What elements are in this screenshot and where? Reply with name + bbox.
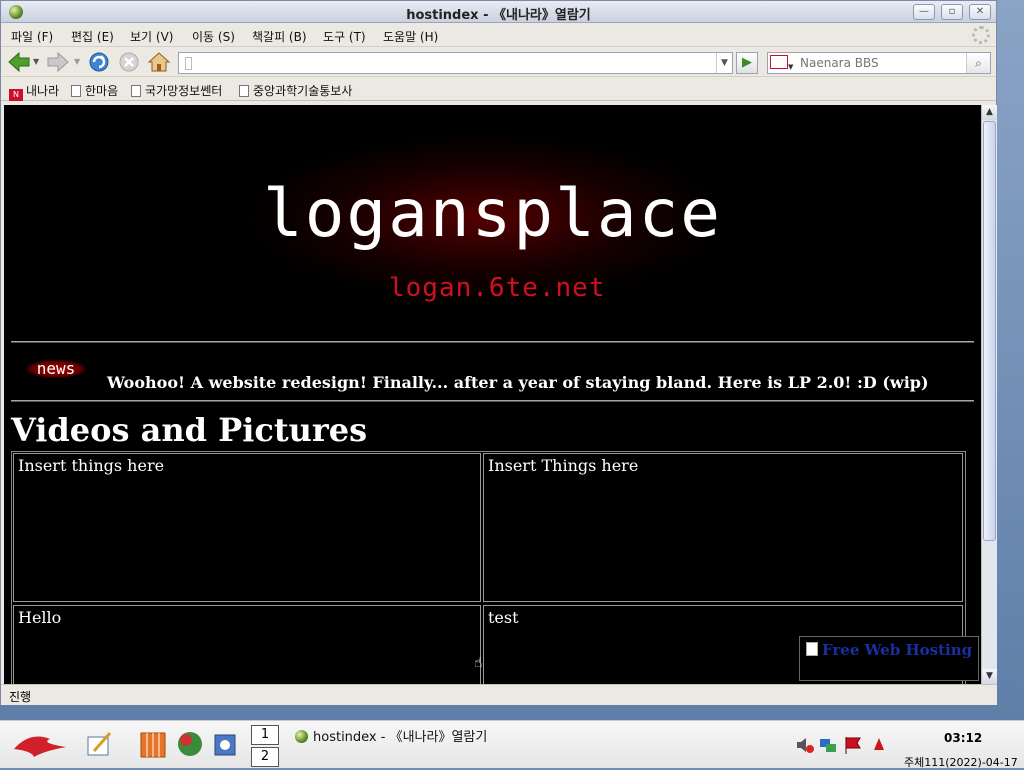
bookmark-label: 내나라 bbox=[26, 84, 60, 98]
menu-go[interactable]: 이동 (S) bbox=[192, 28, 235, 45]
browser-globe-icon[interactable] bbox=[175, 729, 205, 759]
search-magnifier-icon[interactable]: ⌕ bbox=[966, 53, 990, 73]
workspace-1-button[interactable]: 1 bbox=[251, 725, 279, 745]
workspace-label: 1 bbox=[260, 727, 270, 742]
reload-icon[interactable] bbox=[87, 51, 111, 73]
volume-muted-icon[interactable] bbox=[795, 735, 815, 755]
maximize-button[interactable]: ▫ bbox=[941, 4, 963, 20]
site-banner: logansplace logan.6te.net bbox=[4, 105, 981, 340]
close-button[interactable]: ✕ bbox=[969, 4, 991, 20]
search-input[interactable] bbox=[800, 55, 965, 71]
start-menu-icon[interactable] bbox=[10, 729, 70, 759]
divider bbox=[11, 400, 974, 402]
flag-icon[interactable] bbox=[843, 735, 863, 755]
status-text: 진행 bbox=[9, 690, 32, 704]
bookmark-naenara[interactable]: N 내나라 bbox=[9, 82, 59, 101]
office-icon[interactable] bbox=[138, 729, 168, 759]
bookmark-label: 한마음 bbox=[85, 84, 119, 98]
site-url-subtitle: logan.6te.net bbox=[389, 273, 606, 303]
bookmark-label: 중앙과학기술통보사 bbox=[253, 84, 353, 98]
clock[interactable]: 03:12 bbox=[944, 731, 982, 745]
title-bar[interactable]: hostindex - 《내나라》열람기 — ▫ ✕ bbox=[1, 1, 996, 23]
browser-window: hostindex - 《내나라》열람기 — ▫ ✕ 파일 (F) 편집 (E)… bbox=[0, 0, 997, 705]
scroll-up-arrow-icon[interactable]: ▲ bbox=[982, 105, 997, 120]
media-player-icon[interactable] bbox=[210, 729, 240, 759]
stop-icon[interactable] bbox=[117, 51, 141, 73]
workspace-label: 2 bbox=[260, 749, 270, 764]
page-favicon-icon bbox=[185, 57, 192, 70]
free-web-hosting-link[interactable]: Free Web Hosting bbox=[822, 641, 972, 659]
browser-task-icon bbox=[295, 730, 308, 743]
text-editor-icon[interactable] bbox=[84, 729, 114, 759]
go-button[interactable]: ▶ bbox=[736, 52, 758, 74]
activity-throbber-icon bbox=[972, 26, 990, 44]
vertical-scrollbar[interactable]: ▲ ▼ bbox=[981, 105, 997, 684]
menu-file[interactable]: 파일 (F) bbox=[11, 28, 53, 45]
forward-dropdown-icon[interactable]: ▼ bbox=[74, 57, 80, 66]
menu-help[interactable]: 도움말 (H) bbox=[383, 28, 438, 45]
menu-bookmarks[interactable]: 책갈피 (B) bbox=[252, 28, 307, 45]
network-icon[interactable] bbox=[818, 735, 838, 755]
news-tag: news bbox=[26, 360, 86, 378]
minimize-button[interactable]: — bbox=[913, 4, 935, 20]
bookmark-science-news[interactable]: 중앙과학기술통보사 bbox=[239, 82, 352, 99]
menu-view[interactable]: 보기 (V) bbox=[130, 28, 173, 45]
task-title: hostindex - 《내나라》열람기 bbox=[313, 730, 488, 745]
bookmark-hanmaum[interactable]: 한마음 bbox=[71, 82, 118, 99]
broken-image-icon bbox=[806, 642, 818, 656]
menu-tools[interactable]: 도구 (T) bbox=[323, 28, 366, 45]
home-icon[interactable] bbox=[147, 51, 171, 73]
task-browser-button[interactable]: hostindex - 《내나라》열람기 bbox=[295, 726, 487, 745]
section-heading: Videos and Pictures bbox=[11, 411, 368, 449]
hand-cursor-icon: ☝ bbox=[474, 655, 483, 671]
scroll-thumb[interactable] bbox=[983, 121, 996, 541]
page-icon bbox=[71, 85, 81, 97]
news-text: Woohoo! A website redesign! Finally... a… bbox=[107, 373, 929, 392]
bookmark-national-network[interactable]: 국가망정보쎈터 bbox=[131, 82, 222, 99]
back-dropdown-icon[interactable]: ▼ bbox=[33, 57, 39, 66]
url-input[interactable]: ▼ bbox=[178, 52, 733, 74]
url-history-dropdown-icon[interactable]: ▼ bbox=[716, 53, 732, 73]
divider bbox=[11, 341, 974, 343]
forward-arrow-icon[interactable] bbox=[46, 51, 70, 73]
menu-bar: 파일 (F) 편집 (E) 보기 (V) 이동 (S) 책갈피 (B) 도구 (… bbox=[1, 23, 996, 47]
scroll-down-arrow-icon[interactable]: ▼ bbox=[982, 669, 997, 684]
search-engine-icon[interactable]: ▼ bbox=[770, 55, 798, 71]
notification-icon[interactable] bbox=[869, 735, 889, 755]
naenara-logo-icon: N bbox=[9, 89, 23, 101]
search-box[interactable]: ▼ ⌕ bbox=[767, 52, 991, 74]
back-arrow-icon[interactable] bbox=[7, 51, 31, 73]
bookmark-label: 국가망정보쎈터 bbox=[145, 84, 223, 98]
site-logo: logansplace bbox=[262, 175, 723, 252]
page-icon bbox=[239, 85, 249, 97]
workspace-2-button[interactable]: 2 bbox=[251, 747, 279, 767]
hosting-ad[interactable]: Free Web Hosting bbox=[799, 636, 979, 681]
taskbar: 1 2 hostindex - 《내나라》열람기 03:12 주체111(202… bbox=[0, 720, 1024, 769]
menu-edit[interactable]: 편집 (E) bbox=[71, 28, 114, 45]
window-title: hostindex - 《내나라》열람기 bbox=[406, 8, 591, 23]
bookmarks-toolbar: N 내나라 한마음 국가망정보쎈터 중앙과학기술통보사 bbox=[1, 77, 996, 101]
status-bar: 진행 bbox=[1, 684, 997, 705]
page-content: logansplace logan.6te.net news Woohoo! A… bbox=[4, 105, 981, 684]
page-icon bbox=[131, 85, 141, 97]
